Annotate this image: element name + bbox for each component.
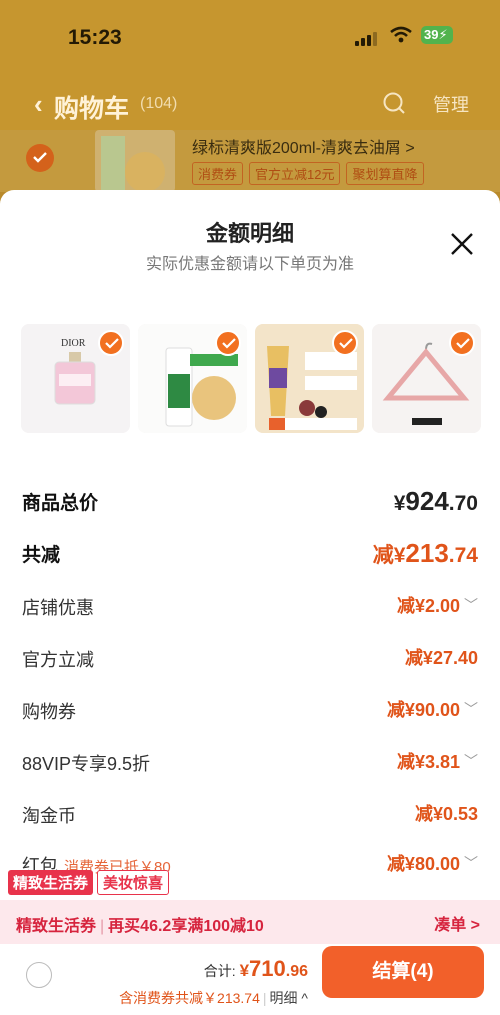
wifi-icon	[390, 26, 412, 43]
check-icon	[215, 330, 241, 356]
saved-summary[interactable]: 含消费券共减￥213.74 | 明细 ^	[0, 988, 308, 1008]
row-value: 减¥213.74	[372, 538, 478, 568]
product-thumb-dior[interactable]: DIOR	[21, 324, 130, 433]
row-label: 共减	[22, 545, 61, 566]
row-value: 减¥80.00 ﹀	[386, 854, 478, 874]
cart-count: (104)	[140, 95, 178, 112]
product-thumb-hanger[interactable]	[372, 324, 481, 433]
total-price: 合计: ¥710.96	[203, 956, 308, 981]
coupon-tag: 精致生活券	[8, 870, 94, 895]
sheet-title: 金额明细	[205, 221, 294, 246]
search-icon[interactable]	[382, 91, 406, 115]
promo-bar[interactable]: 精致生活券 | 再买46.2享满100减10 凑单 >	[0, 900, 500, 944]
detail-toggle: 明细 ^	[269, 990, 308, 1006]
battery-icon: 39⚡	[421, 26, 453, 44]
sheet-subtitle: 实际优惠金额请以下单页为准	[145, 256, 354, 273]
row-official-discount: 官方立减 减¥27.40	[22, 644, 478, 674]
row-shopping-voucher[interactable]: 购物券 减¥90.00 ﹀	[22, 696, 478, 726]
row-88vip[interactable]: 88VIP专享9.5折 减¥3.81 ﹀	[22, 748, 478, 778]
product-thumbnails: DIOR	[21, 324, 481, 433]
row-total-discount: 共减 减¥213.74	[22, 538, 478, 568]
row-label: 店铺优惠	[22, 598, 94, 618]
amount-detail-sheet: 金额明细 实际优惠金额请以下单页为准 DIOR 商品总价 ¥924.70 共减 …	[0, 190, 500, 1015]
close-icon[interactable]	[448, 230, 476, 258]
product-thumb-pantene[interactable]	[255, 324, 364, 433]
navbar: ‹ 购物车 (104) 管理	[0, 85, 500, 125]
manage-button[interactable]: 管理	[433, 91, 469, 117]
chevron-down-icon: ﹀	[464, 701, 478, 717]
row-store-discount[interactable]: 店铺优惠 减¥2.00 ﹀	[22, 592, 478, 622]
cart-item: 绿标清爽版200ml-清爽去油屑 > 消费券 官方立减12元 聚划算直降	[0, 130, 500, 192]
row-label: 88VIP专享9.5折	[22, 754, 151, 774]
add-items-link[interactable]: 凑单 >	[434, 911, 480, 935]
promo-text: 精致生活券 | 再买46.2享满100减10	[16, 918, 264, 935]
row-label: 淘金币	[22, 806, 76, 826]
row-taojinbi: 淘金币 减¥0.53	[22, 800, 478, 830]
row-value: ¥924.70	[393, 486, 478, 516]
row-value: 减¥2.00 ﹀	[396, 596, 478, 616]
check-icon	[449, 330, 475, 356]
svg-text:DIOR: DIOR	[61, 338, 86, 349]
coupon-tags: 精致生活券 美妆惊喜	[8, 870, 170, 895]
item-thumbnail	[95, 130, 175, 192]
row-value: 减¥3.81 ﹀	[396, 752, 478, 772]
checkout-button[interactable]: 结算(4)	[322, 946, 484, 998]
row-value: 减¥90.00 ﹀	[386, 700, 478, 720]
product-thumb-shampoo[interactable]	[138, 324, 247, 433]
chevron-down-icon: ﹀	[464, 597, 478, 613]
item-tag: 消费券	[192, 162, 244, 185]
chevron-down-icon: ﹀	[464, 753, 478, 769]
back-icon[interactable]: ‹	[34, 89, 43, 120]
coupon-tag: 美妆惊喜	[97, 870, 170, 895]
row-value: 减¥27.40	[404, 648, 478, 668]
signal-icon	[355, 30, 381, 46]
check-icon	[98, 330, 124, 356]
row-total-price: 商品总价 ¥924.70	[22, 486, 478, 516]
item-name: 绿标清爽版200ml-清爽去油屑 >	[192, 140, 415, 157]
check-icon	[332, 330, 358, 356]
status-bar: 15:23 39⚡	[0, 22, 500, 56]
page-title: 购物车	[54, 95, 130, 123]
item-tags: 消费券 官方立减12元 聚划算直降	[192, 162, 424, 185]
chevron-down-icon: ﹀	[464, 855, 478, 871]
row-label: 官方立减	[22, 650, 94, 670]
item-check-icon[interactable]	[26, 144, 54, 172]
item-tag: 聚划算直降	[346, 162, 424, 185]
row-label: 购物券	[22, 702, 76, 722]
status-time: 15:23	[68, 26, 122, 49]
checkout-footer: 合计: ¥710.96 含消费券共减￥213.74 | 明细 ^ 结算(4)	[0, 944, 500, 1015]
row-value: 减¥0.53	[414, 804, 478, 824]
item-tag: 官方立减12元	[249, 162, 341, 185]
row-label: 商品总价	[22, 493, 99, 514]
